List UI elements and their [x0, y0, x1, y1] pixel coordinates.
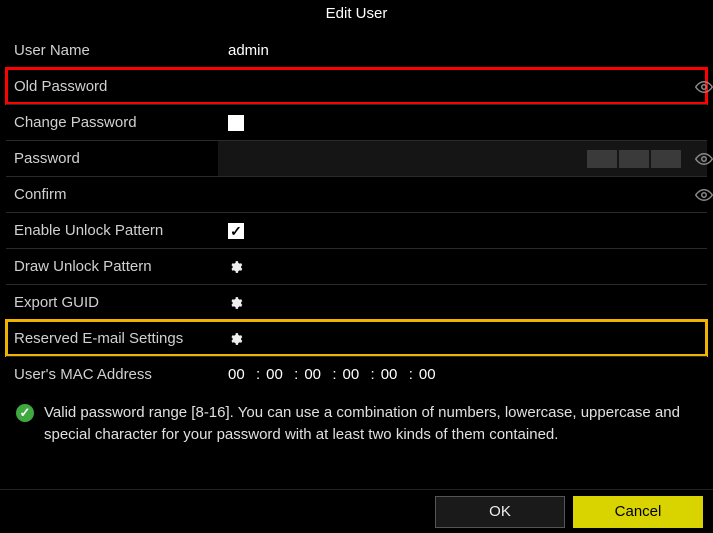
- change-password-checkbox[interactable]: [228, 115, 244, 131]
- row-change-password: Change Password: [6, 104, 707, 140]
- dialog-title: Edit User: [0, 0, 713, 28]
- password-strength-meter: [587, 150, 681, 168]
- strength-bar: [619, 150, 649, 168]
- eye-icon[interactable]: [695, 186, 713, 204]
- dialog-footer: OK Cancel: [0, 489, 713, 533]
- ok-button[interactable]: OK: [435, 496, 565, 528]
- row-password: Password: [6, 140, 707, 176]
- value-export-guid: [218, 285, 707, 320]
- value-change-password: [218, 105, 707, 140]
- row-export-guid: Export GUID: [6, 284, 707, 320]
- enable-unlock-pattern-checkbox[interactable]: [228, 223, 244, 239]
- label-confirm: Confirm: [6, 186, 218, 203]
- eye-icon[interactable]: [695, 150, 713, 168]
- label-enable-unlock-pattern: Enable Unlock Pattern: [6, 222, 218, 239]
- gear-icon[interactable]: [228, 259, 244, 275]
- gear-icon[interactable]: [228, 331, 244, 347]
- row-user-name: User Name: [6, 32, 707, 68]
- value-draw-unlock-pattern: [218, 249, 707, 284]
- row-draw-unlock-pattern: Draw Unlock Pattern: [6, 248, 707, 284]
- row-enable-unlock-pattern: Enable Unlock Pattern: [6, 212, 707, 248]
- strength-bar: [587, 150, 617, 168]
- mac-octet[interactable]: 00: [228, 366, 250, 383]
- mac-octet[interactable]: 00: [304, 366, 326, 383]
- mac-octet[interactable]: 00: [266, 366, 288, 383]
- row-old-password: Old Password: [6, 68, 707, 104]
- mac-octet[interactable]: 00: [381, 366, 403, 383]
- cancel-button[interactable]: Cancel: [573, 496, 703, 528]
- old-password-input[interactable]: [228, 78, 707, 95]
- label-export-guid: Export GUID: [6, 294, 218, 311]
- row-reserved-email: Reserved E-mail Settings: [6, 320, 707, 356]
- row-confirm: Confirm: [6, 176, 707, 212]
- row-mac-address: User's MAC Address 00: 00: 00: 00: 00: 0…: [6, 356, 707, 392]
- strength-bar: [651, 150, 681, 168]
- edit-user-dialog: Edit User User Name Old Password Change …: [0, 0, 713, 533]
- value-reserved-email: [218, 321, 707, 356]
- value-password: [218, 141, 707, 176]
- check-icon: [16, 404, 34, 422]
- label-reserved-email: Reserved E-mail Settings: [6, 330, 218, 347]
- eye-icon[interactable]: [695, 78, 713, 96]
- value-user-name: [218, 32, 707, 68]
- mac-input[interactable]: 00: 00: 00: 00: 00: 00: [228, 366, 441, 383]
- label-mac-address: User's MAC Address: [6, 366, 218, 383]
- form-content: User Name Old Password Change Password P…: [0, 28, 713, 489]
- label-user-name: User Name: [6, 42, 218, 59]
- label-password: Password: [6, 150, 218, 167]
- label-old-password: Old Password: [6, 78, 218, 95]
- value-mac-address[interactable]: 00: 00: 00: 00: 00: 00: [218, 357, 707, 392]
- value-confirm: [218, 177, 707, 212]
- mac-octet[interactable]: 00: [343, 366, 365, 383]
- mac-octet[interactable]: 00: [419, 366, 441, 383]
- confirm-input[interactable]: [228, 186, 707, 203]
- value-enable-unlock-pattern: [218, 213, 707, 248]
- hint-text: Valid password range [8-16]. You can use…: [44, 402, 695, 446]
- password-hint: Valid password range [8-16]. You can use…: [6, 392, 707, 446]
- label-draw-unlock-pattern: Draw Unlock Pattern: [6, 258, 218, 275]
- gear-icon[interactable]: [228, 295, 244, 311]
- label-change-password: Change Password: [6, 114, 218, 131]
- value-old-password: [218, 69, 707, 104]
- user-name-input[interactable]: [228, 42, 707, 59]
